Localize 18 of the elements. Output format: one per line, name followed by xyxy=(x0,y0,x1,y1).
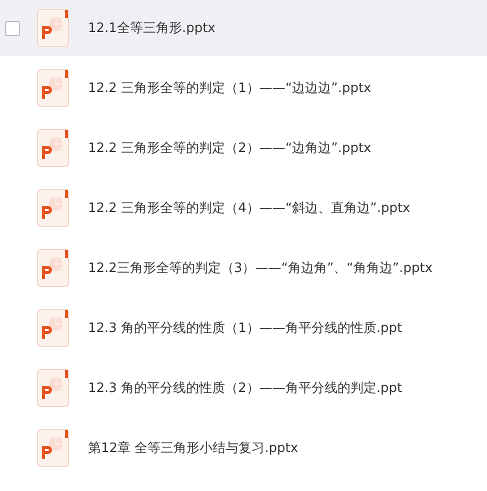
presentation-file-icon xyxy=(37,249,69,287)
presentation-file-icon xyxy=(37,429,69,467)
file-name[interactable]: 12.1全等三角形.pptx xyxy=(88,19,216,37)
file-name[interactable]: 12.2 三角形全等的判定（4）——“斜边、直角边”.pptx xyxy=(88,199,410,217)
file-row-highlight[interactable]: 12.1全等三角形.pptx xyxy=(0,0,487,56)
file-name[interactable]: 12.2 三角形全等的判定（2）——“边角边”.pptx xyxy=(88,139,372,157)
presentation-file-icon xyxy=(37,189,69,227)
presentation-file-icon xyxy=(37,69,69,107)
file-name[interactable]: 第12章 全等三角形小结与复习.pptx xyxy=(88,439,298,457)
file-name[interactable]: 12.2 三角形全等的判定（1）——“边边边”.pptx xyxy=(88,79,372,97)
presentation-file-icon xyxy=(37,309,69,347)
checkbox[interactable] xyxy=(5,20,20,36)
presentation-file-icon xyxy=(37,9,69,47)
file-name[interactable]: 12.2三角形全等的判定（3）——“角边角”、“角角边”.pptx xyxy=(88,259,433,277)
file-name[interactable]: 12.3 角的平分线的性质（1）——角平分线的性质.ppt xyxy=(88,319,402,337)
presentation-file-icon xyxy=(37,129,69,167)
presentation-file-icon xyxy=(37,369,69,407)
file-name[interactable]: 12.3 角的平分线的性质（2）——角平分线的判定.ppt xyxy=(88,379,402,397)
